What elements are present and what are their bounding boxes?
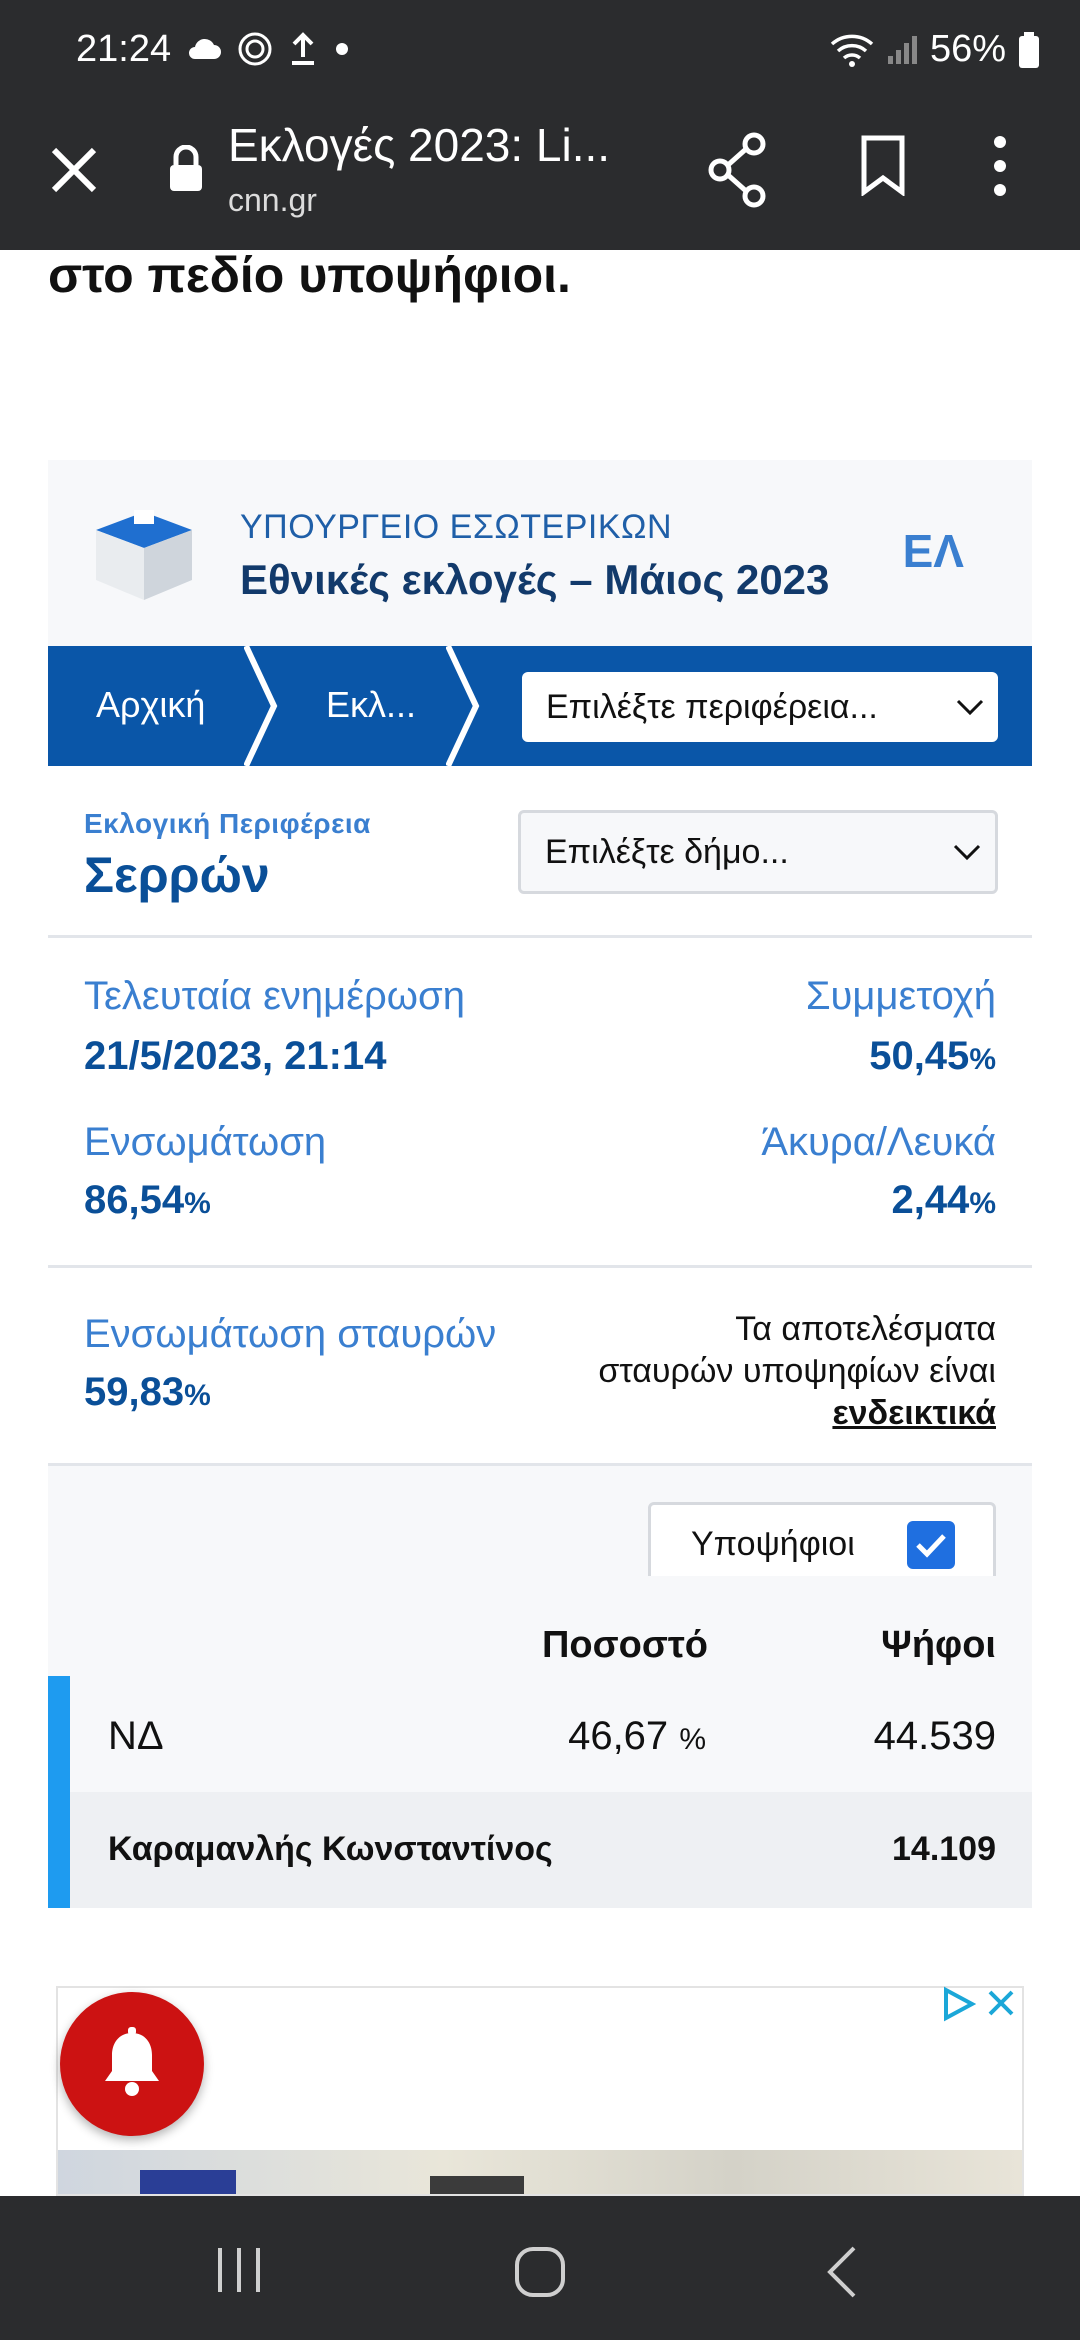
integration-value: 86,54% xyxy=(84,1178,211,1222)
region-row: Εκλογική Περιφέρεια Σερρών Επιλέξτε δήμο… xyxy=(48,766,1032,938)
dot-icon xyxy=(336,43,348,55)
page-title[interactable]: Εκλογές 2023: Li... xyxy=(228,118,610,172)
recent-apps-icon[interactable] xyxy=(214,2246,264,2294)
article-text: στο πεδίο υποψήφιοι. xyxy=(48,247,571,303)
ministry-label: ΥΠΟΥΡΓΕΙΟ ΕΣΩΤΕΡΙΚΩΝ xyxy=(240,508,673,546)
page-domain[interactable]: cnn.gr xyxy=(228,182,317,219)
chevron-down-icon xyxy=(956,699,984,716)
election-title: Εθνικές εκλογές – Μάιος 2023 xyxy=(240,556,830,603)
candidates-toggle-label: Υποψήφιοι xyxy=(691,1525,855,1563)
indicative-emphasis: ενδεικτικά xyxy=(832,1394,996,1432)
checkmark-icon xyxy=(916,1534,946,1558)
election-widget: ΥΠΟΥΡΓΕΙΟ ΕΣΩΤΕΡΙΚΩΝ Εθνικές εκλογές – Μ… xyxy=(48,460,1032,1908)
bookmark-icon[interactable] xyxy=(858,134,908,196)
ad-image-flag xyxy=(140,2170,236,2194)
party-name: ΝΔ xyxy=(108,1714,164,1758)
invalid-value: 2,44% xyxy=(891,1178,996,1222)
candidates-checkbox[interactable] xyxy=(907,1521,955,1569)
system-status: 56% xyxy=(830,28,1040,71)
status-time: 21:24 xyxy=(76,28,172,70)
widget-header: ΥΠΟΥΡΓΕΙΟ ΕΣΩΤΕΡΙΚΩΝ Εθνικές εκλογές – Μ… xyxy=(48,460,1032,646)
share-icon[interactable] xyxy=(706,132,770,208)
notification-bell-button[interactable] xyxy=(60,1992,204,2136)
results-header: Ποσοστό Ψήφοι xyxy=(48,1576,1032,1676)
party-votes: 44.539 xyxy=(873,1714,996,1758)
cloud-icon xyxy=(189,38,221,59)
sync-icon xyxy=(238,32,272,66)
battery-icon xyxy=(1019,31,1039,68)
language-switch[interactable]: ΕΛ xyxy=(903,524,964,578)
signal-icon xyxy=(887,35,917,64)
last-update-label: Τελευταία ενημέρωση xyxy=(84,974,465,1018)
candidate-votes: 14.109 xyxy=(892,1830,996,1868)
cross-votes-panel: Ενσωμάτωση σταυρών 59,83% Τα αποτελέσματ… xyxy=(48,1268,1032,1466)
candidates-toggle[interactable]: Υποψήφιοι xyxy=(648,1502,996,1586)
breadcrumb-separator xyxy=(446,646,480,766)
party-row[interactable]: ΝΔ 46,67 % 44.539 xyxy=(48,1676,1032,1792)
breadcrumb-elections[interactable]: Εκλ... xyxy=(326,684,416,726)
ad-image-detail xyxy=(430,2176,524,2194)
chevron-down-icon xyxy=(953,844,981,861)
browser-toolbar: Εκλογές 2023: Li... cnn.gr xyxy=(0,100,1080,250)
upload-icon xyxy=(292,32,314,65)
region-select[interactable]: Επιλέξτε περιφέρεια... xyxy=(522,672,998,742)
breadcrumb: Αρχική Εκλ... Επιλέξτε περιφέρεια... xyxy=(48,646,1032,766)
adchoices-icon[interactable] xyxy=(940,1986,976,2022)
battery-percent: 56% xyxy=(929,28,1006,70)
notification-icons xyxy=(186,30,352,68)
region-select-value: Επιλέξτε περιφέρεια... xyxy=(546,687,878,726)
municipality-select-value: Επιλέξτε δήμο... xyxy=(545,832,789,871)
percent-column-header: Ποσοστό xyxy=(541,1624,708,1666)
region-label: Εκλογική Περιφέρεια xyxy=(84,808,371,839)
candidates-toggle-row: Υποψήφιοι xyxy=(48,1466,1032,1586)
party-color-bar xyxy=(48,1792,70,1908)
bell-icon xyxy=(105,2027,159,2096)
more-options-icon[interactable] xyxy=(990,134,1010,198)
stats-panel: Τελευταία ενημέρωση 21/5/2023, 21:14 Συμ… xyxy=(48,938,1032,1268)
breadcrumb-home[interactable]: Αρχική xyxy=(96,684,205,726)
ad-controls xyxy=(940,1986,1018,2022)
integration-label: Ενσωμάτωση xyxy=(84,1120,327,1164)
candidate-row: Καραμανλής Κωνσταντίνος 14.109 xyxy=(48,1792,1032,1908)
status-bar: 21:24 56% xyxy=(0,0,1080,100)
last-update-value: 21/5/2023, 21:14 xyxy=(84,1034,387,1078)
wifi-icon xyxy=(830,34,874,67)
votes-column-header: Ψήφοι xyxy=(881,1624,996,1666)
invalid-label: Άκυρα/Λευκά xyxy=(761,1120,996,1164)
system-nav-bar xyxy=(0,2196,1080,2340)
close-icon[interactable] xyxy=(44,140,104,200)
lock-icon xyxy=(170,145,202,191)
back-icon[interactable] xyxy=(826,2246,858,2298)
municipality-select[interactable]: Επιλέξτε δήμο... xyxy=(518,810,998,894)
turnout-value: 50,45% xyxy=(869,1034,996,1078)
ballot-box-icon xyxy=(96,510,192,600)
ad-banner[interactable] xyxy=(56,1986,1024,2196)
cross-value: 59,83% xyxy=(84,1370,211,1414)
region-name: Σερρών xyxy=(84,847,270,903)
candidate-name: Καραμανλής Κωνσταντίνος xyxy=(108,1830,553,1868)
close-ad-icon[interactable] xyxy=(984,1986,1018,2020)
turnout-label: Συμμετοχή xyxy=(805,974,996,1018)
party-percent: 46,67 % xyxy=(568,1714,706,1758)
cross-label: Ενσωμάτωση σταυρών xyxy=(84,1312,497,1356)
breadcrumb-separator xyxy=(244,646,278,766)
home-icon[interactable] xyxy=(514,2246,566,2298)
cross-note: Τα αποτελέσματα σταυρών υποψηφίων είναι … xyxy=(598,1310,996,1432)
party-color-bar xyxy=(48,1676,70,1792)
